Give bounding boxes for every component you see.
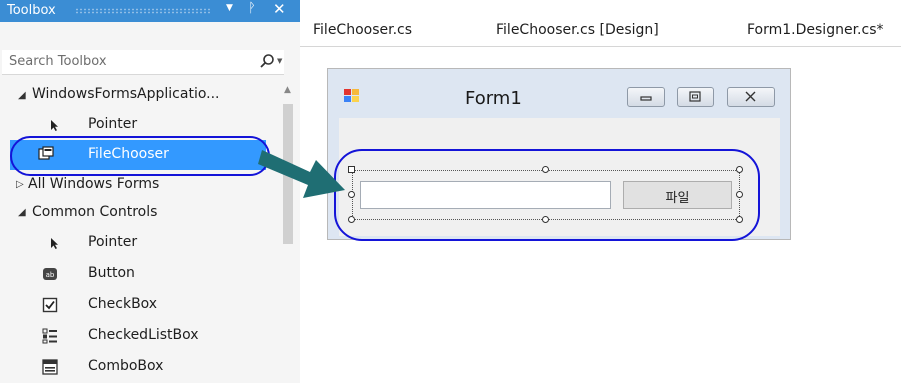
callout-arrow-icon xyxy=(258,150,345,198)
